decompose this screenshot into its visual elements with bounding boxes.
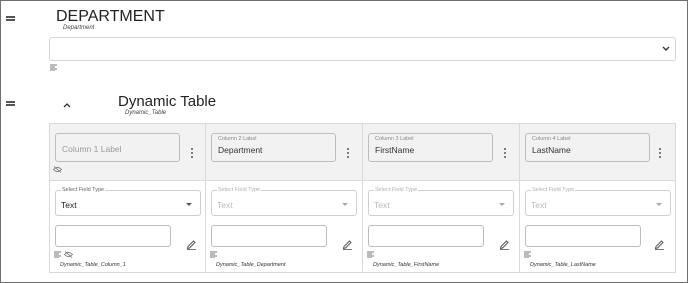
eye-off-icon[interactable] [53, 166, 62, 173]
drag-handle-icon[interactable] [6, 16, 15, 21]
column-label-floating: Column 3 Label [375, 136, 414, 142]
table-column: Column 4 Label LastName Select Field Typ… [520, 124, 675, 272]
table-column: Column 3 Label FirstName Select Field Ty… [363, 124, 520, 272]
caret-down-icon [342, 203, 348, 206]
column-header: Column 2 Label Department [206, 124, 362, 181]
text-lines-icon[interactable] [210, 251, 217, 258]
table-column: Column 1 Label Select Field Type Text Dy… [50, 124, 206, 272]
field-type-floating: Select Field Type [61, 187, 106, 193]
eye-off-icon[interactable] [64, 251, 73, 258]
dynamic-table-title: Dynamic Table [118, 93, 217, 110]
column-label-value: Department [218, 145, 263, 155]
pencil-icon[interactable] [499, 239, 510, 250]
chevron-down-icon [662, 46, 670, 51]
field-type-floating: Select Field Type [374, 187, 419, 193]
column-field-name: Dynamic_Table_Column_1 [60, 262, 126, 268]
column-text-input[interactable] [211, 225, 327, 247]
field-type-select[interactable]: Select Field Type Text [211, 187, 357, 216]
column-label-placeholder: Column 1 Label [62, 144, 122, 154]
more-vert-icon[interactable] [658, 148, 662, 160]
column-label-input[interactable]: Column 3 Label FirstName [368, 133, 493, 162]
chevron-up-icon[interactable] [62, 101, 72, 109]
caret-down-icon [656, 203, 662, 206]
text-lines-icon[interactable] [50, 64, 57, 71]
pencil-icon[interactable] [186, 239, 197, 250]
column-label-input[interactable]: Column 1 Label [55, 133, 180, 162]
department-select[interactable] [49, 37, 676, 61]
field-type-value: Text [531, 200, 547, 210]
column-header: Column 4 Label LastName [520, 124, 675, 181]
column-label-value: LastName [532, 145, 571, 155]
field-type-select[interactable]: Select Field Type Text [55, 187, 201, 216]
pencil-icon[interactable] [654, 239, 665, 250]
column-field-name: Dynamic_Table_Department [216, 262, 286, 268]
column-label-input[interactable]: Column 2 Label Department [211, 133, 336, 162]
dynamic-table-field-name: Dynamic_Table [125, 110, 167, 116]
column-label-value: FirstName [375, 145, 415, 155]
caret-down-icon [499, 203, 505, 206]
dynamic-table: Column 1 Label Select Field Type Text Dy… [49, 123, 676, 273]
field-type-value: Text [217, 200, 233, 210]
column-header: Column 3 Label FirstName [363, 124, 519, 181]
column-text-input[interactable] [55, 225, 171, 247]
text-lines-icon[interactable] [367, 251, 374, 258]
column-header: Column 1 Label [50, 124, 205, 181]
department-title: DEPARTMENT [56, 8, 165, 25]
column-field-name: Dynamic_Table_LastName [530, 262, 596, 268]
caret-down-icon [186, 203, 192, 206]
column-field-name: Dynamic_Table_FirstName [373, 262, 440, 268]
column-label-floating: Column 2 Label [218, 136, 257, 142]
column-text-input[interactable] [525, 225, 641, 247]
department-field-name: Department [63, 25, 95, 31]
text-lines-icon[interactable] [54, 251, 61, 258]
pencil-icon[interactable] [342, 239, 353, 250]
field-type-floating: Select Field Type [531, 187, 576, 193]
column-text-input[interactable] [368, 225, 484, 247]
more-vert-icon[interactable] [190, 148, 194, 160]
field-type-floating: Select Field Type [217, 187, 262, 193]
more-vert-icon[interactable] [503, 148, 507, 160]
table-column: Column 2 Label Department Select Field T… [206, 124, 363, 272]
drag-handle-icon[interactable] [6, 101, 15, 106]
more-vert-icon[interactable] [346, 148, 350, 160]
field-type-select[interactable]: Select Field Type Text [368, 187, 514, 216]
field-type-value: Text [374, 200, 390, 210]
field-type-select[interactable]: Select Field Type Text [525, 187, 671, 216]
column-label-input[interactable]: Column 4 Label LastName [525, 133, 650, 162]
text-lines-icon[interactable] [524, 251, 531, 258]
column-label-floating: Column 4 Label [532, 136, 571, 142]
field-type-value: Text [61, 200, 77, 210]
